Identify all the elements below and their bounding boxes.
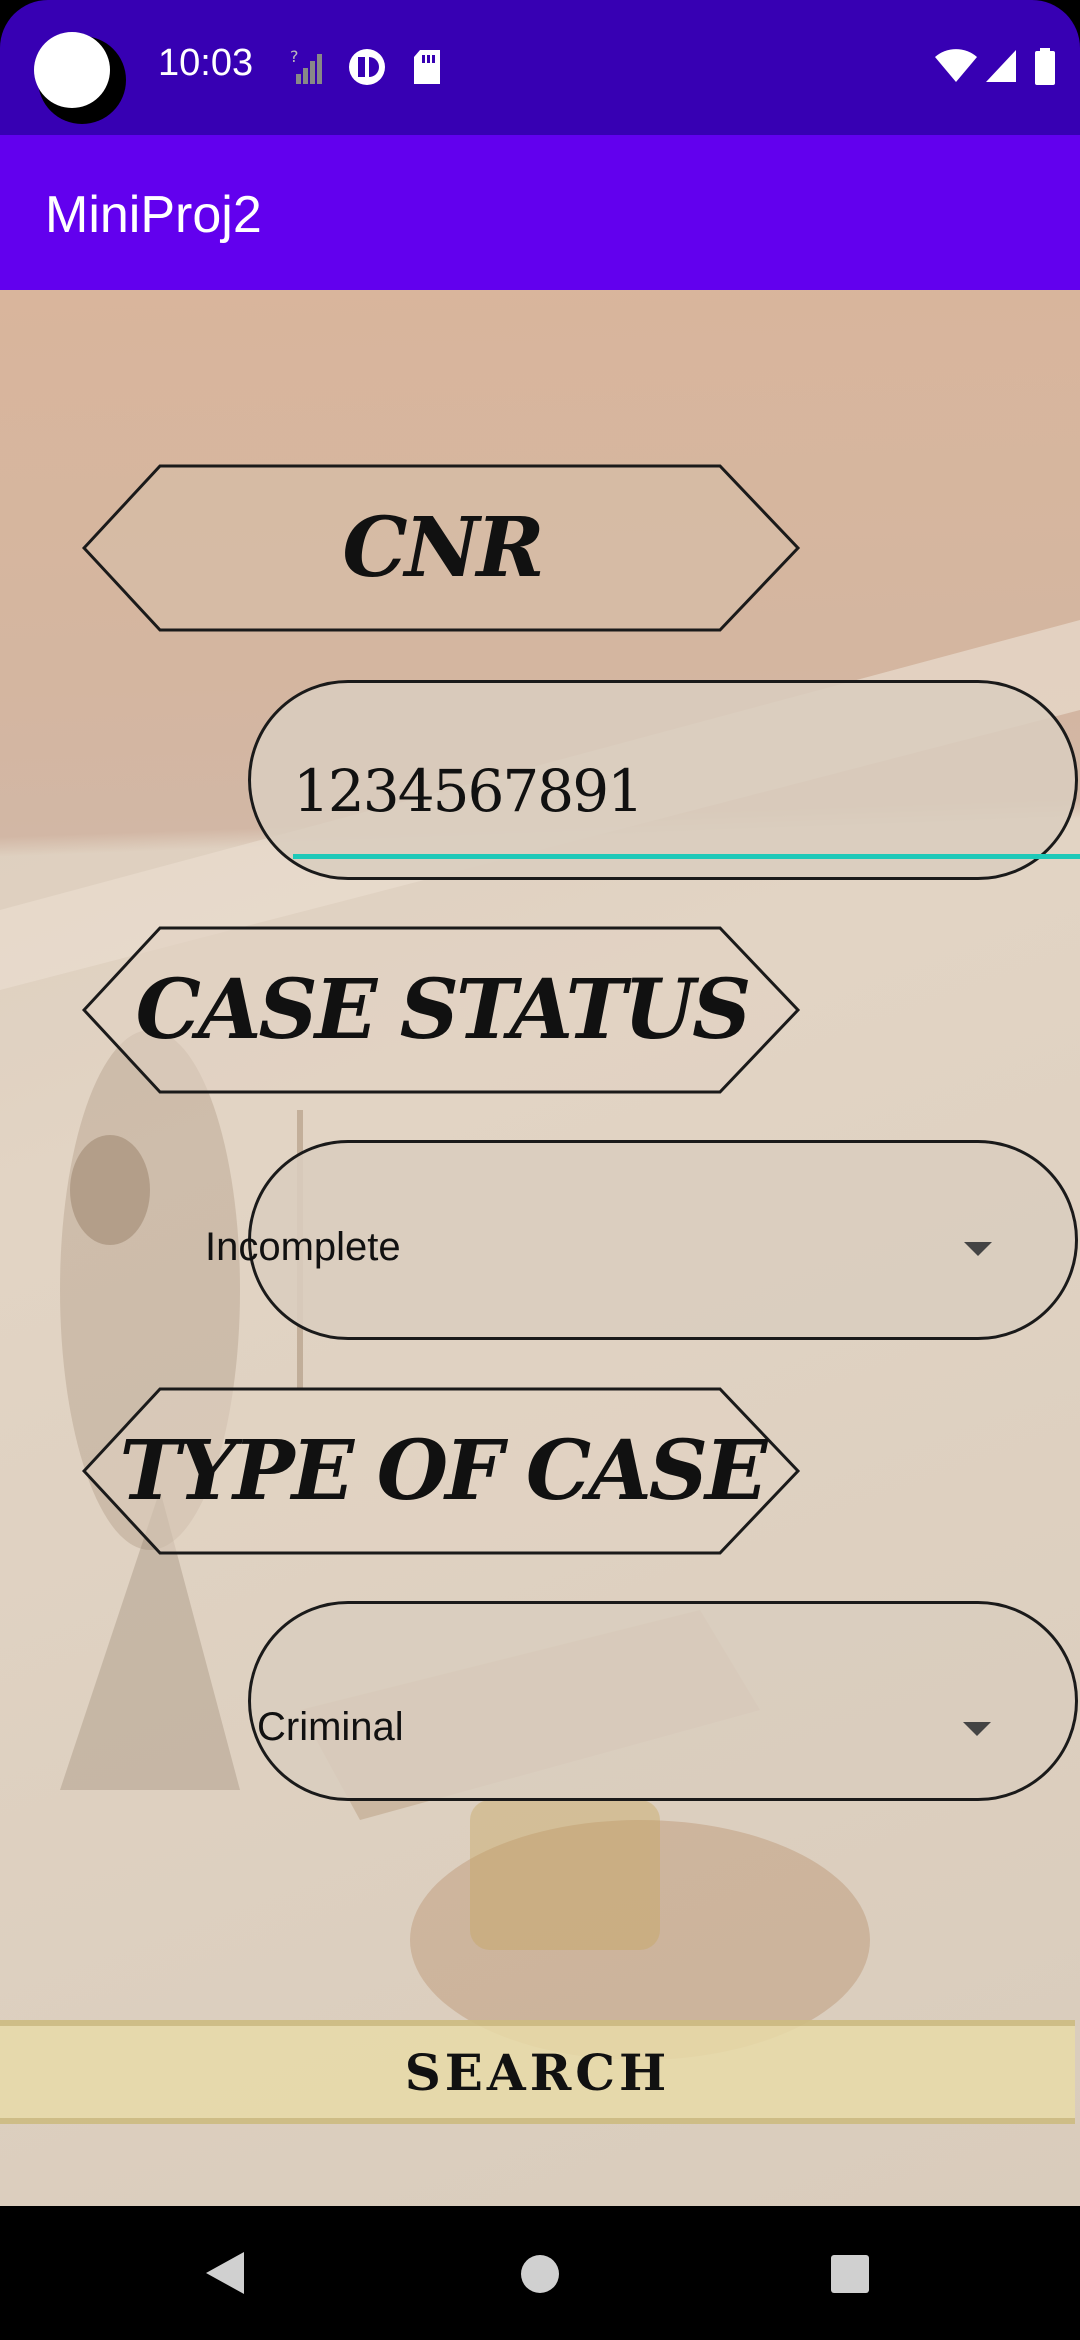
navigation-bar bbox=[0, 2206, 1080, 2340]
sd-card-icon bbox=[414, 50, 440, 84]
cell-signal-icon bbox=[986, 50, 1016, 82]
battery-icon bbox=[1035, 48, 1055, 85]
input-underline bbox=[293, 854, 1080, 859]
search-button-label: SEARCH bbox=[404, 2042, 671, 2102]
data-saver-icon bbox=[349, 49, 385, 85]
type-of-case-selected[interactable]: Criminal bbox=[257, 1705, 404, 1750]
type-of-case-label: TYPE OF CASE bbox=[82, 1387, 802, 1555]
cnr-label-text: CNR bbox=[342, 500, 544, 596]
chevron-down-icon[interactable] bbox=[964, 1242, 992, 1256]
cnr-input-value[interactable]: 1234567891 bbox=[293, 757, 644, 825]
svg-text:?: ? bbox=[290, 48, 299, 66]
search-button[interactable]: SEARCH bbox=[0, 2020, 1075, 2124]
app-bar: MiniProj2 bbox=[0, 135, 1080, 290]
recents-icon[interactable] bbox=[830, 2254, 870, 2294]
status-bar: 10:03 ? bbox=[0, 0, 1080, 135]
case-status-label: CASE STATUS bbox=[82, 926, 802, 1094]
camera-icon bbox=[34, 32, 110, 108]
content-area: CNR 1234567891 CASE STATUS Incomplete TY… bbox=[0, 290, 1080, 2206]
cnr-label: CNR bbox=[82, 464, 802, 632]
type-of-case-dropdown[interactable] bbox=[248, 1601, 1078, 1801]
signal-unknown-icon: ? bbox=[290, 48, 322, 84]
chevron-down-icon[interactable] bbox=[963, 1722, 991, 1736]
case-status-selected[interactable]: Incomplete bbox=[205, 1225, 401, 1270]
cnr-input[interactable]: 1234567891 bbox=[248, 680, 1080, 880]
app-title: MiniProj2 bbox=[45, 186, 262, 244]
case-status-label-text: CASE STATUS bbox=[135, 962, 752, 1058]
wifi-icon bbox=[935, 49, 977, 82]
type-of-case-label-text: TYPE OF CASE bbox=[119, 1423, 767, 1519]
home-icon[interactable] bbox=[520, 2254, 560, 2294]
status-time: 10:03 bbox=[158, 42, 254, 84]
back-icon[interactable] bbox=[204, 2250, 246, 2296]
